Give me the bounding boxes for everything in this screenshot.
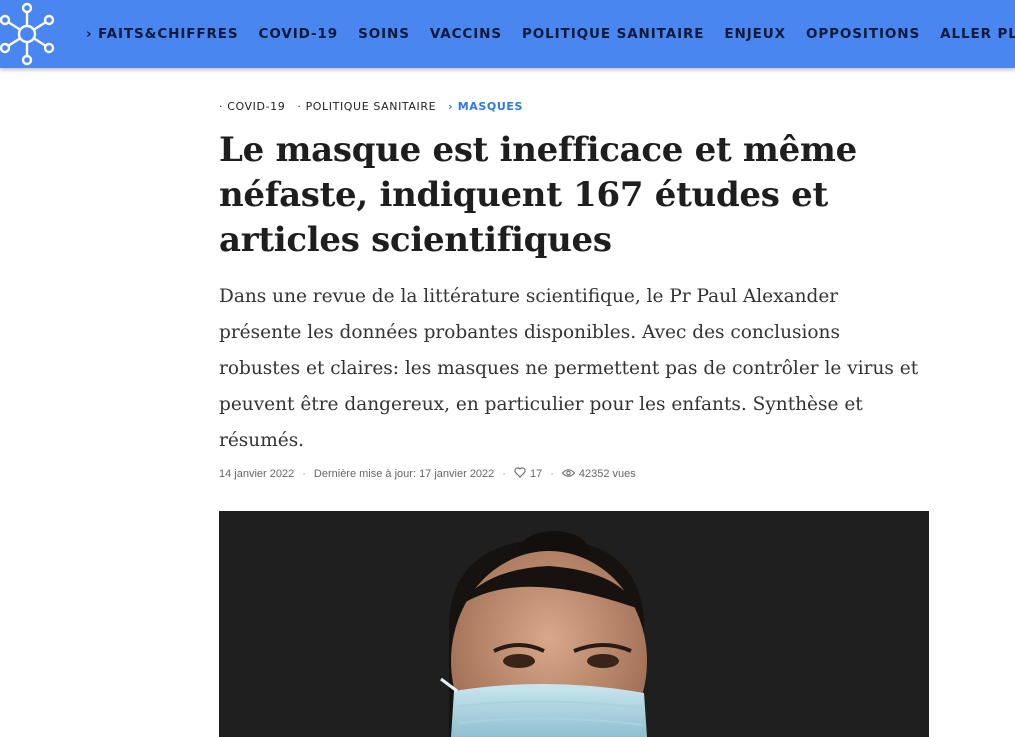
likes-count: 17 [529,468,543,480]
heart-icon[interactable] [514,467,526,481]
nav-item-oppositions[interactable]: OPPOSITIONS [806,26,920,42]
eye-icon [561,468,576,481]
breadcrumb-politique-sanitaire[interactable]: POLITIQUE SANITAIRE [297,100,436,113]
updated-label: Dernière mise à jour: [313,468,416,480]
top-navigation-bar: FAITS&CHIFFRES COVID-19 SOINS VACCINS PO… [0,0,1015,68]
breadcrumb-covid-19[interactable]: COVID-19 [219,100,285,113]
hero-image-masked-woman [219,511,929,737]
publish-date: 14 janvier 2022 [219,468,295,480]
meta-separator: · [502,468,506,480]
site-logo-icon[interactable] [0,0,60,68]
nav-item-enjeux[interactable]: ENJEUX [724,26,786,42]
nav-item-vaccins[interactable]: VACCINS [430,26,502,42]
article-title: Le masque est inefficace et même néfaste… [219,130,857,260]
nav-item-covid-19[interactable]: COVID-19 [259,26,339,42]
breadcrumb: COVID-19 POLITIQUE SANITAIRE MASQUES [219,100,535,113]
meta-separator: · [302,468,306,480]
meta-separator: · [550,468,554,480]
nav-item-soins[interactable]: SOINS [358,26,410,42]
breadcrumb-masques[interactable]: MASQUES [448,100,523,113]
updated-date: 17 janvier 2022 [419,468,495,480]
nav-item-faits-chiffres[interactable]: FAITS&CHIFFRES [86,26,239,42]
nav-item-aller-plus-loin[interactable]: ALLER PLUS LOIN [940,26,1015,42]
article-lead: Dans une revue de la littérature scienti… [219,286,919,451]
nav-item-politique-sanitaire[interactable]: POLITIQUE SANITAIRE [522,26,704,42]
article-meta: 14 janvier 2022 · Dernière mise à jour: … [219,467,636,481]
main-menu: FAITS&CHIFFRES COVID-19 SOINS VACCINS PO… [86,0,1015,68]
views-count: 42352 vues [578,468,636,480]
